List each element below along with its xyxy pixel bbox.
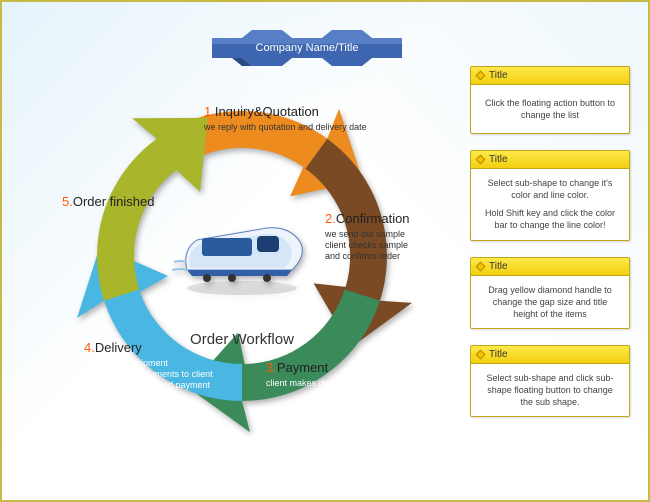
card-text: Click the floating action button to chan… (481, 97, 619, 121)
card-header: Title (471, 258, 629, 276)
step-number: 2. (325, 211, 336, 226)
step-title: Delivery (95, 340, 142, 355)
card-body: Drag yellow diamond handle to change the… (471, 276, 629, 328)
card-text: Hold Shift key and click the color bar t… (481, 207, 619, 231)
info-card[interactable]: Title Select sub-shape and click sub-sha… (470, 345, 630, 417)
info-cards: Title Click the floating action button t… (470, 66, 630, 417)
card-text: Select sub-shape and click sub-shape flo… (481, 372, 619, 408)
card-title: Title (489, 261, 508, 272)
title-banner: Company Name/Title (212, 30, 402, 68)
step-title: Confirmation (336, 211, 410, 226)
step-title: Order finished (73, 194, 155, 209)
step-desc: we send out sampleclient checks samplean… (325, 229, 465, 263)
step-2: 2.Confirmation we send out sampleclient … (325, 211, 465, 263)
step-desc: client makes deposit (266, 378, 406, 389)
step-number: 1. (204, 104, 215, 119)
card-title: Title (489, 70, 508, 81)
diamond-icon (476, 155, 486, 165)
step-number: 5. (62, 194, 73, 209)
step-title: Inquiry&Quotation (215, 104, 319, 119)
diamond-icon (476, 71, 486, 81)
step-desc: we arrange shipmentwe send out documents… (84, 358, 254, 392)
step-desc: we reply with quotation and delivery dat… (204, 122, 394, 133)
card-header: Title (471, 151, 629, 169)
step-number: 3. (266, 360, 277, 375)
diamond-icon (476, 350, 486, 360)
card-header: Title (471, 67, 629, 85)
info-card[interactable]: Title Drag yellow diamond handle to chan… (470, 257, 630, 329)
cycle-diagram: Order Workflow 1.Inquiry&Quotation we re… (62, 76, 422, 436)
step-number: 4. (84, 340, 95, 355)
card-header: Title (471, 346, 629, 364)
step-5: 5.Order finished (62, 194, 182, 211)
card-title: Title (489, 154, 508, 165)
card-text: Select sub-shape to change it's color an… (481, 177, 619, 201)
info-card[interactable]: Title Click the floating action button t… (470, 66, 630, 134)
step-3: 3.Payment client makes deposit (266, 360, 406, 389)
card-text: Drag yellow diamond handle to change the… (481, 284, 619, 320)
info-card[interactable]: Title Select sub-shape to change it's co… (470, 150, 630, 241)
step-4: 4.Delivery we arrange shipmentwe send ou… (84, 340, 254, 392)
diamond-icon (476, 261, 486, 271)
card-title: Title (489, 349, 508, 360)
card-body: Click the floating action button to chan… (471, 85, 629, 133)
step-title: Payment (277, 360, 328, 375)
card-body: Select sub-shape and click sub-shape flo… (471, 364, 629, 416)
card-body: Select sub-shape to change it's color an… (471, 169, 629, 240)
banner-label: Company Name/Title (212, 42, 402, 54)
step-1: 1.Inquiry&Quotation we reply with quotat… (204, 104, 394, 133)
